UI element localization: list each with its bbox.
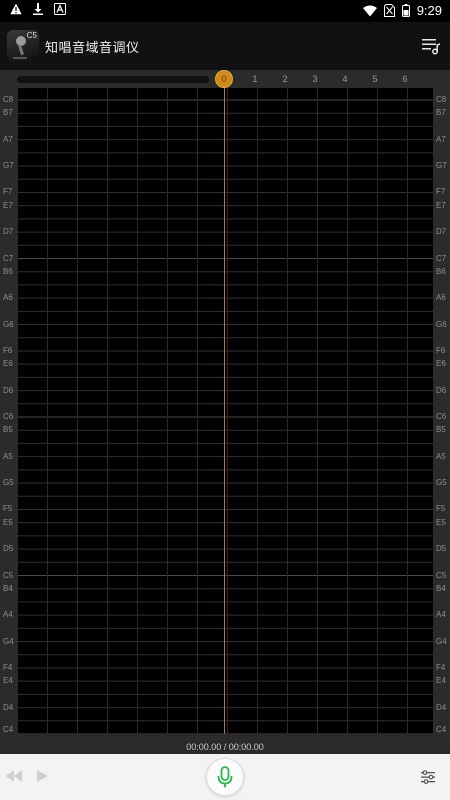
- note-label-e4: E4: [3, 676, 13, 686]
- note-label-b7: B7: [3, 108, 13, 118]
- note-label-b6: B6: [436, 266, 446, 276]
- note-label-f6: F6: [3, 345, 13, 355]
- note-label-b7: B7: [436, 108, 446, 118]
- note-label-b4: B4: [436, 583, 446, 593]
- note-label-c6: C6: [3, 412, 14, 421]
- note-label-b5: B5: [3, 425, 13, 435]
- note-label-g7: G7: [436, 161, 447, 171]
- play-icon[interactable]: [37, 770, 48, 782]
- record-button[interactable]: [206, 758, 244, 796]
- note-label-f4: F4: [436, 662, 446, 672]
- note-label-a6: A6: [3, 293, 13, 303]
- battery-icon: [401, 4, 410, 17]
- app-logo: C5: [7, 30, 39, 62]
- music-list-icon[interactable]: [420, 35, 442, 57]
- status-right-icons: 9:29: [362, 3, 442, 18]
- app-notification-icon: [54, 3, 66, 15]
- no-sim-icon: [383, 4, 395, 17]
- note-label-a5: A5: [3, 451, 13, 461]
- note-label-e6: E6: [436, 359, 446, 369]
- note-label-a6: A6: [436, 293, 446, 303]
- progress-track[interactable]: [17, 76, 209, 83]
- note-label-c8: C8: [436, 95, 447, 104]
- timeline-tick: 5: [372, 74, 378, 84]
- note-label-d4: D4: [436, 702, 447, 712]
- note-label-a7: A7: [3, 134, 13, 144]
- note-label-d7: D7: [3, 227, 14, 237]
- app-bar: C5 知唱音域音调仪: [0, 22, 450, 70]
- note-label-a7: A7: [436, 134, 446, 144]
- note-label-c4: C4: [3, 725, 14, 734]
- microphone-icon: [217, 766, 233, 788]
- timeline-tick: 1: [252, 74, 258, 84]
- playhead-handle[interactable]: 0: [215, 70, 233, 88]
- note-label-g4: G4: [436, 636, 447, 646]
- note-label-f5: F5: [3, 504, 13, 514]
- note-label-g7: G7: [3, 161, 14, 171]
- note-label-e4: E4: [436, 676, 446, 686]
- note-label-d4: D4: [3, 702, 14, 712]
- note-label-a5: A5: [436, 451, 446, 461]
- note-label-d7: D7: [436, 227, 447, 237]
- app-logo-text: C5: [26, 31, 37, 40]
- note-label-c6: C6: [436, 412, 447, 421]
- grid-lines: [17, 88, 433, 734]
- note-label-d6: D6: [3, 385, 14, 395]
- timeline-tick: 6: [402, 74, 408, 84]
- pitch-grid[interactable]: [17, 88, 433, 734]
- warning-icon: [10, 3, 22, 15]
- note-label-a4: A4: [436, 610, 446, 620]
- note-label-d6: D6: [436, 385, 447, 395]
- time-display: 00:00.00 / 00:00.00: [186, 742, 264, 752]
- playhead-line: [224, 88, 225, 734]
- timeline-tick: 3: [312, 74, 318, 84]
- status-bar: 9:29: [0, 0, 450, 22]
- time-display-bar: 00:00.00 / 00:00.00: [0, 740, 450, 754]
- note-label-c5: C5: [436, 570, 447, 580]
- note-label-c7: C7: [436, 253, 447, 263]
- note-label-f5: F5: [436, 504, 446, 514]
- note-label-f6: F6: [436, 345, 446, 355]
- note-label-g5: G5: [3, 478, 14, 488]
- note-label-b6: B6: [3, 266, 13, 276]
- status-time: 9:29: [416, 3, 442, 18]
- note-label-d5: D5: [436, 544, 447, 554]
- note-label-c5: C5: [3, 570, 14, 580]
- bottom-toolbar: [0, 754, 450, 800]
- note-label-g4: G4: [3, 636, 14, 646]
- note-label-d5: D5: [3, 544, 14, 554]
- note-label-g6: G6: [3, 319, 14, 329]
- note-label-c8: C8: [3, 95, 14, 104]
- note-label-f7: F7: [436, 187, 446, 197]
- note-label-g6: G6: [436, 319, 447, 329]
- note-label-e6: E6: [3, 359, 13, 369]
- note-label-c7: C7: [3, 253, 14, 263]
- wifi-icon: [362, 5, 377, 16]
- note-label-e7: E7: [436, 200, 446, 210]
- sliders-icon[interactable]: [420, 769, 436, 785]
- note-label-g5: G5: [436, 478, 447, 488]
- note-label-b4: B4: [3, 583, 13, 593]
- download-icon: [33, 3, 43, 15]
- timeline-tick: 4: [342, 74, 348, 84]
- note-label-c4: C4: [436, 725, 447, 734]
- app-title: 知唱音域音调仪: [45, 40, 140, 55]
- note-label-e7: E7: [3, 200, 13, 210]
- note-label-e5: E5: [436, 517, 446, 527]
- note-label-f7: F7: [3, 187, 13, 197]
- note-label-f4: F4: [3, 662, 13, 672]
- note-label-b5: B5: [436, 425, 446, 435]
- note-label-a4: A4: [3, 610, 13, 620]
- playhead-label: 0: [221, 74, 227, 84]
- timeline-tick: 2: [282, 74, 288, 84]
- rewind-icon[interactable]: [6, 770, 22, 782]
- status-left-icons: [10, 3, 66, 15]
- note-label-e5: E5: [3, 517, 13, 527]
